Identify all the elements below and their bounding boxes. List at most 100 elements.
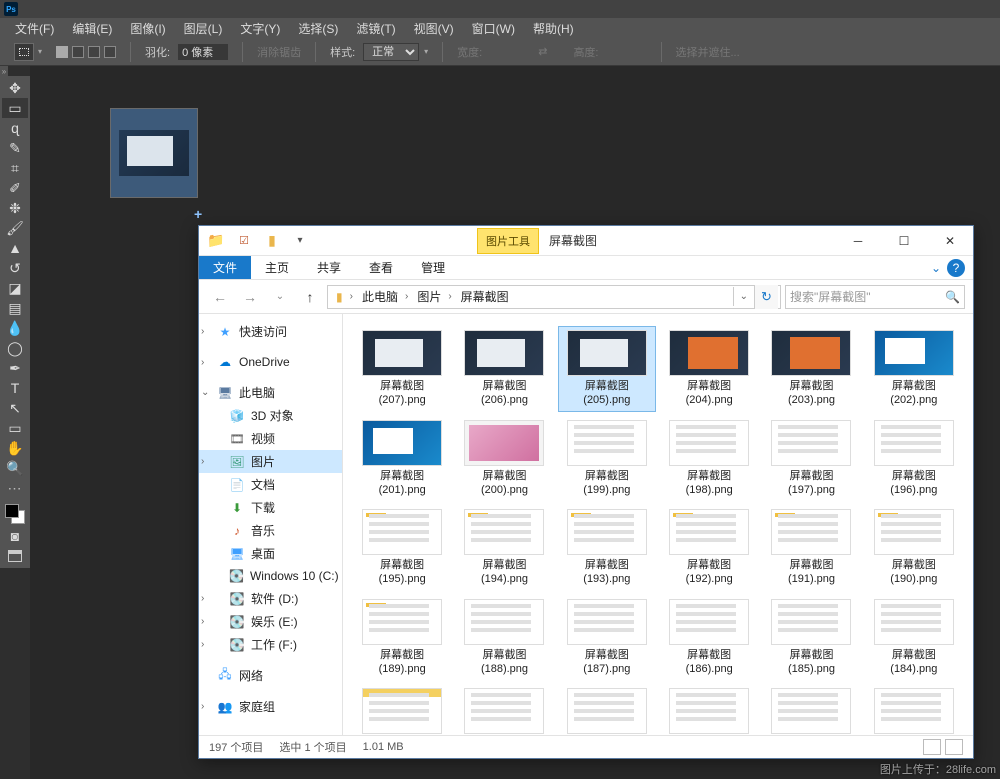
menu-item[interactable]: 帮助(H) [524, 18, 583, 39]
nav-videos[interactable]: 🎞视频 [199, 427, 342, 450]
address-bar[interactable]: ▮ › 此电脑 › 图片 › 屏幕截图 ⌄ ↻ [327, 285, 781, 309]
file-item[interactable] [455, 684, 553, 735]
file-item[interactable]: 屏幕截图(189).png [353, 595, 451, 681]
file-item[interactable]: 屏幕截图(187).png [558, 595, 656, 681]
address-dropdown-icon[interactable]: ⌄ [733, 287, 754, 306]
qat-newfolder-icon[interactable]: ▮ [261, 230, 283, 252]
document-thumbnail[interactable] [110, 108, 198, 198]
file-item[interactable]: 屏幕截图(200).png [455, 416, 553, 502]
menu-item[interactable]: 窗口(W) [463, 18, 524, 39]
ribbon-tab-manage[interactable]: 管理 [407, 256, 459, 279]
crop-tool[interactable]: ⌗ [2, 158, 28, 178]
picture-tools-tab[interactable]: 图片工具 [477, 228, 539, 254]
ribbon-tab-view[interactable]: 查看 [355, 256, 407, 279]
menu-item[interactable]: 滤镜(T) [347, 18, 404, 39]
file-item[interactable]: 屏幕截图(201).png [353, 416, 451, 502]
nav-quick-access[interactable]: ›★快速访问 [199, 320, 342, 343]
screen-mode-icon[interactable] [2, 546, 28, 566]
recent-dropdown-icon[interactable]: ⌄ [267, 285, 293, 309]
menu-item[interactable]: 视图(V) [405, 18, 463, 39]
rectangle-tool[interactable]: ▭ [2, 418, 28, 438]
nav-this-pc[interactable]: ⌄🖥此电脑 [199, 381, 342, 404]
file-item[interactable]: 屏幕截图(186).png [660, 595, 758, 681]
file-item[interactable]: 屏幕截图(188).png [455, 595, 553, 681]
nav-downloads[interactable]: ⬇下载 [199, 496, 342, 519]
add-selection-icon[interactable] [72, 46, 84, 58]
chevron-down-icon[interactable]: ▾ [38, 47, 42, 56]
marquee-tool[interactable]: ▭ [2, 98, 28, 118]
file-item[interactable]: 屏幕截图(202).png [865, 326, 963, 412]
nav-drive-d[interactable]: ›💽软件 (D:) [199, 587, 342, 610]
stamp-tool[interactable]: ▲ [2, 238, 28, 258]
breadcrumb-segment[interactable]: 此电脑 [356, 288, 402, 305]
file-item[interactable]: 屏幕截图(194).png [455, 505, 553, 591]
file-item[interactable]: 屏幕截图(198).png [660, 416, 758, 502]
file-item[interactable]: 屏幕截图(197).png [762, 416, 860, 502]
up-button[interactable]: ↑ [297, 285, 323, 309]
dodge-tool[interactable]: ◯ [2, 338, 28, 358]
menu-item[interactable]: 编辑(E) [63, 18, 121, 39]
chevron-right-icon[interactable]: › [347, 291, 356, 302]
file-item[interactable]: 屏幕截图(193).png [558, 505, 656, 591]
intersect-selection-icon[interactable] [104, 46, 116, 58]
new-selection-icon[interactable] [56, 46, 68, 58]
qat-properties-icon[interactable]: ☑ [233, 230, 255, 252]
eraser-tool[interactable]: ◪ [2, 278, 28, 298]
breadcrumb-segment[interactable]: 图片 [411, 288, 445, 305]
file-list-area[interactable]: 屏幕截图(207).png屏幕截图(206).png屏幕截图(205).png屏… [343, 314, 973, 735]
nav-documents[interactable]: 📄文档 [199, 473, 342, 496]
file-item[interactable] [762, 684, 860, 735]
nav-onedrive[interactable]: ›☁OneDrive [199, 351, 342, 373]
panel-collapse-icon[interactable]: » [0, 66, 8, 76]
thumbnails-view-icon[interactable] [945, 739, 963, 755]
move-tool[interactable]: ✥ [2, 78, 28, 98]
file-item[interactable]: 屏幕截图(192).png [660, 505, 758, 591]
nav-network[interactable]: 🖧网络 [199, 664, 342, 687]
ribbon-collapse-icon[interactable]: ⌄ [931, 261, 941, 275]
quick-mask-icon[interactable]: ◙ [2, 526, 28, 546]
color-swatch[interactable] [5, 504, 25, 524]
file-item[interactable]: 屏幕截图(207).png [353, 326, 451, 412]
menu-item[interactable]: 图层(L) [175, 18, 232, 39]
history-brush-tool[interactable]: ↺ [2, 258, 28, 278]
chevron-right-icon[interactable]: › [445, 291, 454, 302]
qat-dropdown-icon[interactable]: ▾ [289, 230, 311, 252]
nav-desktop[interactable]: 🖥桌面 [199, 542, 342, 565]
file-item[interactable]: 屏幕截图(203).png [762, 326, 860, 412]
explorer-titlebar[interactable]: 📁 ☑ ▮ ▾ 图片工具 屏幕截图 ─ ☐ ✕ [199, 226, 973, 256]
quick-select-tool[interactable]: ✎ [2, 138, 28, 158]
file-item[interactable] [865, 684, 963, 735]
nav-pictures[interactable]: ›🖼图片 [199, 450, 342, 473]
menu-item[interactable]: 选择(S) [289, 18, 347, 39]
blur-tool[interactable]: 💧 [2, 318, 28, 338]
pen-tool[interactable]: ✒ [2, 358, 28, 378]
file-item[interactable]: 屏幕截图(199).png [558, 416, 656, 502]
details-view-icon[interactable] [923, 739, 941, 755]
search-box[interactable]: 搜索"屏幕截图" 🔍 [785, 285, 965, 309]
help-icon[interactable]: ? [947, 259, 965, 277]
minimize-button[interactable]: ─ [835, 226, 881, 256]
path-select-tool[interactable]: ↖ [2, 398, 28, 418]
file-item[interactable]: 屏幕截图(191).png [762, 505, 860, 591]
nav-drive-c[interactable]: 💽Windows 10 (C:) [199, 565, 342, 587]
nav-music[interactable]: ♪音乐 [199, 519, 342, 542]
ribbon-tab-home[interactable]: 主页 [251, 256, 303, 279]
file-item[interactable]: 屏幕截图(195).png [353, 505, 451, 591]
style-select[interactable]: 正常 [363, 43, 419, 61]
zoom-tool[interactable]: 🔍 [2, 458, 28, 478]
close-button[interactable]: ✕ [927, 226, 973, 256]
feather-input[interactable] [178, 44, 228, 60]
ribbon-tab-share[interactable]: 共享 [303, 256, 355, 279]
gradient-tool[interactable]: ▤ [2, 298, 28, 318]
file-item[interactable]: 屏幕截图(206).png [455, 326, 553, 412]
file-item[interactable] [660, 684, 758, 735]
brush-tool[interactable]: 🖌 [2, 218, 28, 238]
hand-tool[interactable]: ✋ [2, 438, 28, 458]
marquee-preset-icon[interactable] [14, 43, 34, 61]
ribbon-tab-file[interactable]: 文件 [199, 256, 251, 279]
search-icon[interactable]: 🔍 [945, 290, 960, 304]
lasso-tool[interactable]: ɋ [2, 118, 28, 138]
file-item[interactable]: 屏幕截图(204).png [660, 326, 758, 412]
type-tool[interactable]: T [2, 378, 28, 398]
file-item[interactable]: 屏幕截图(196).png [865, 416, 963, 502]
